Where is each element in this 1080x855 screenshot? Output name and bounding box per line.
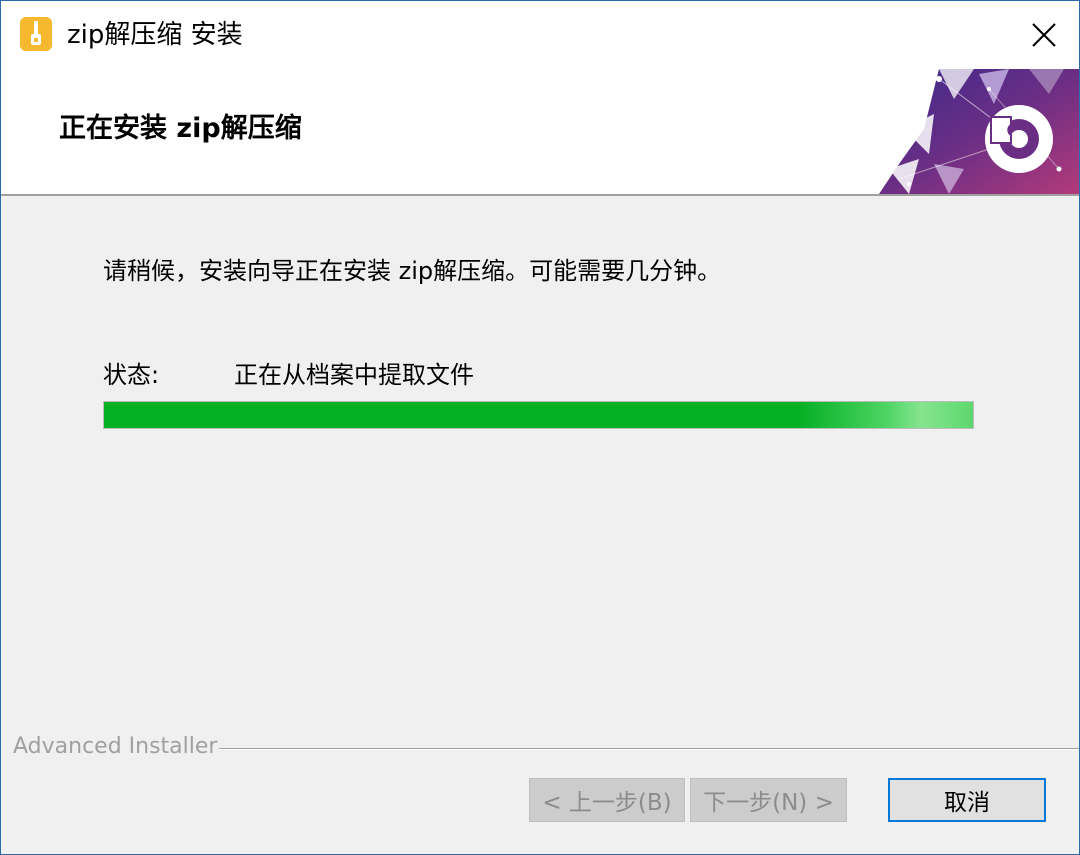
close-icon	[1032, 23, 1056, 47]
page-title: 正在安装 zip解压缩	[59, 113, 302, 144]
install-message: 请稍候，安装向导正在安装 zip解压缩。可能需要几分钟。	[103, 257, 722, 285]
cancel-button[interactable]: 取消	[888, 778, 1046, 822]
footer-divider	[219, 748, 1079, 750]
next-button[interactable]: 下一步(N) >	[690, 778, 847, 822]
install-progress-bar	[103, 401, 974, 429]
title-bar[interactable]: zip解压缩 安装	[1, 1, 1079, 69]
status-label: 状态:	[103, 361, 160, 389]
header-banner: 正在安装 zip解压缩	[1, 69, 1079, 196]
zipper-icon	[20, 17, 52, 51]
back-button[interactable]: < 上一步(B)	[529, 778, 685, 822]
progress-fill	[104, 402, 973, 428]
brand-label: Advanced Installer	[13, 734, 218, 759]
installer-window: zip解压缩 安装 正在安装 zip解压缩 请稍候，安装向导正在安装 zip解压…	[0, 0, 1080, 855]
window-title: zip解压缩 安装	[67, 20, 243, 50]
status-text: 正在从档案中提取文件	[234, 361, 474, 389]
decorative-banner-graphic	[879, 69, 1079, 194]
close-button[interactable]	[1009, 1, 1079, 69]
